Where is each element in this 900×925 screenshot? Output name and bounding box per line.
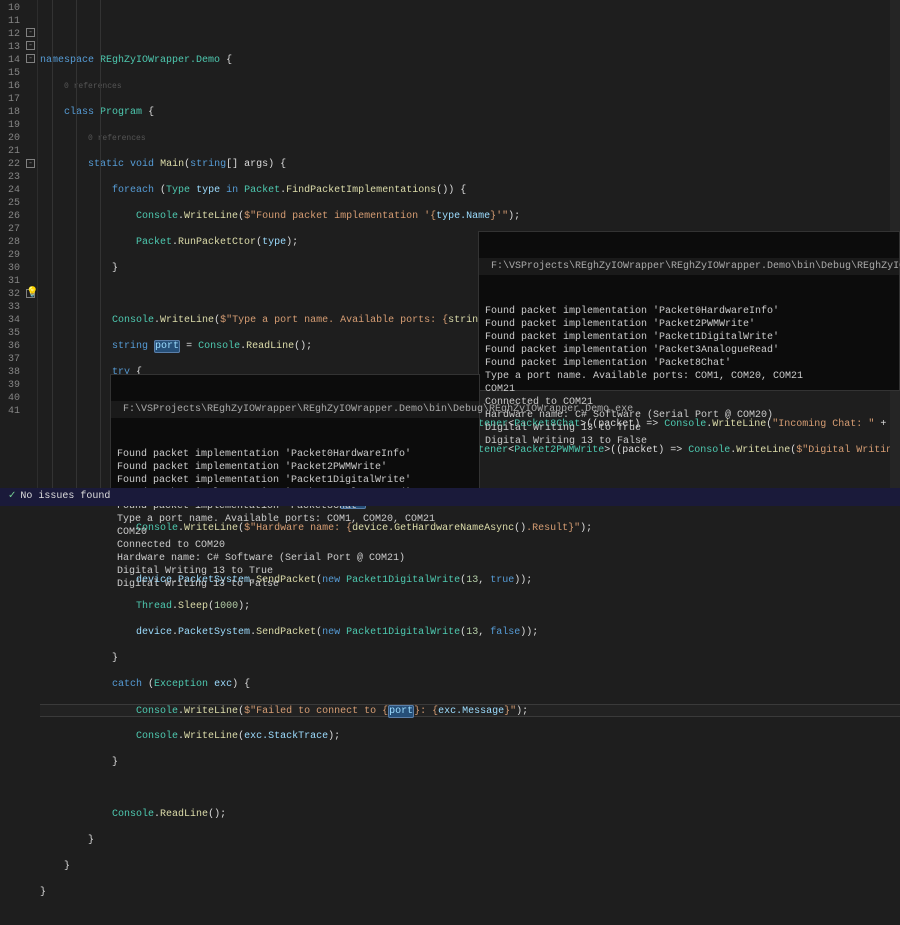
var: type xyxy=(262,237,286,248)
kw: namespace xyxy=(40,55,94,66)
fold-toggle[interactable]: - xyxy=(26,41,35,50)
m: RunPacketCtor xyxy=(178,237,256,248)
fold-toggle[interactable]: - xyxy=(26,28,35,37)
kw: false xyxy=(490,627,520,638)
codelens[interactable]: 0 references xyxy=(88,134,146,143)
check-icon: ✓ xyxy=(8,491,16,502)
m: WriteLine xyxy=(184,731,238,742)
num: 13 xyxy=(466,627,478,638)
fold-column[interactable]: - - - - - xyxy=(24,0,38,506)
num: 1000 xyxy=(214,601,238,612)
cls: Console xyxy=(136,731,178,742)
issues-label: No issues found xyxy=(20,491,110,502)
m: ReadLine xyxy=(160,809,208,820)
ns: REghZyIOWrapper.Demo xyxy=(100,55,220,66)
cls: Packet1DigitalWrite xyxy=(346,627,460,638)
cls: Type xyxy=(166,185,190,196)
str: $"Type a port name. Available ports: { xyxy=(220,315,448,326)
var: exc.Message xyxy=(438,706,504,717)
kw: class xyxy=(64,107,94,118)
console-output[interactable]: Found packet implementation 'Packet0Hard… xyxy=(111,444,479,595)
status-bar: ✓ No issues found xyxy=(0,488,900,506)
m: WriteLine xyxy=(184,211,238,222)
cls: Console xyxy=(136,211,178,222)
cls: Console xyxy=(136,706,178,717)
var: type xyxy=(196,185,220,196)
fold-toggle[interactable]: - xyxy=(26,54,35,63)
str: }" xyxy=(504,706,516,717)
var: type.Name xyxy=(436,211,490,222)
var: exc.StackTrace xyxy=(244,731,328,742)
kw: catch xyxy=(112,679,142,690)
fold-toggle[interactable]: - xyxy=(26,159,35,168)
cls: Packet xyxy=(136,237,172,248)
m: FindPacketImplementations xyxy=(286,185,436,196)
console-title: F:\VSProjects\REghZyIOWrapper\REghZyIOWr… xyxy=(491,260,900,273)
str: $"Found packet implementation '{ xyxy=(244,211,436,222)
console-output[interactable]: Found packet implementation 'Packet0Hard… xyxy=(479,301,899,452)
str: .Result}" xyxy=(526,523,580,534)
cls: Console xyxy=(112,809,154,820)
str: $"Failed to connect to { xyxy=(244,706,388,717)
codelens[interactable]: 0 references xyxy=(64,82,122,91)
kw: string xyxy=(112,341,148,352)
var: exc xyxy=(214,679,232,690)
cls: Exception xyxy=(154,679,208,690)
str: }: { xyxy=(414,706,438,717)
console-title: F:\VSProjects\REghZyIOWrapper\REghZyIOWr… xyxy=(123,403,633,416)
m: ReadLine xyxy=(246,341,294,352)
cls: Program xyxy=(100,107,142,118)
kw: void xyxy=(130,159,154,170)
cls: Packet xyxy=(244,185,280,196)
console-window-2[interactable]: F:\VSProjects\REghZyIOWrapper\REghZyIOWr… xyxy=(110,374,480,504)
cls: Console xyxy=(112,315,154,326)
cls: Thread xyxy=(136,601,172,612)
m: WriteLine xyxy=(160,315,214,326)
var-hl: port xyxy=(154,340,180,353)
m: Sleep xyxy=(178,601,208,612)
var-hl: port xyxy=(388,705,414,718)
kw: foreach xyxy=(112,185,154,196)
method: Main xyxy=(160,159,184,170)
console-window-1[interactable]: F:\VSProjects\REghZyIOWrapper\REghZyIOWr… xyxy=(478,231,900,391)
kw: in xyxy=(226,185,238,196)
cls: Console xyxy=(198,341,240,352)
m: SendPacket xyxy=(256,627,316,638)
m: WriteLine xyxy=(184,706,238,717)
kw: true xyxy=(490,575,514,586)
lightbulb-icon[interactable]: 💡 xyxy=(26,287,38,299)
var: device xyxy=(136,627,172,638)
kw: string xyxy=(190,159,226,170)
kw: new xyxy=(322,627,340,638)
var: PacketSystem xyxy=(178,627,250,638)
console-titlebar[interactable]: F:\VSProjects\REghZyIOWrapper\REghZyIOWr… xyxy=(479,258,899,275)
console-titlebar[interactable]: F:\VSProjects\REghZyIOWrapper\REghZyIOWr… xyxy=(111,401,479,418)
sig: [] args) { xyxy=(226,159,286,170)
str: }'" xyxy=(490,211,508,222)
kw: static xyxy=(88,159,124,170)
line-numbers: 1011121314151617181920212223242526272829… xyxy=(0,0,24,506)
